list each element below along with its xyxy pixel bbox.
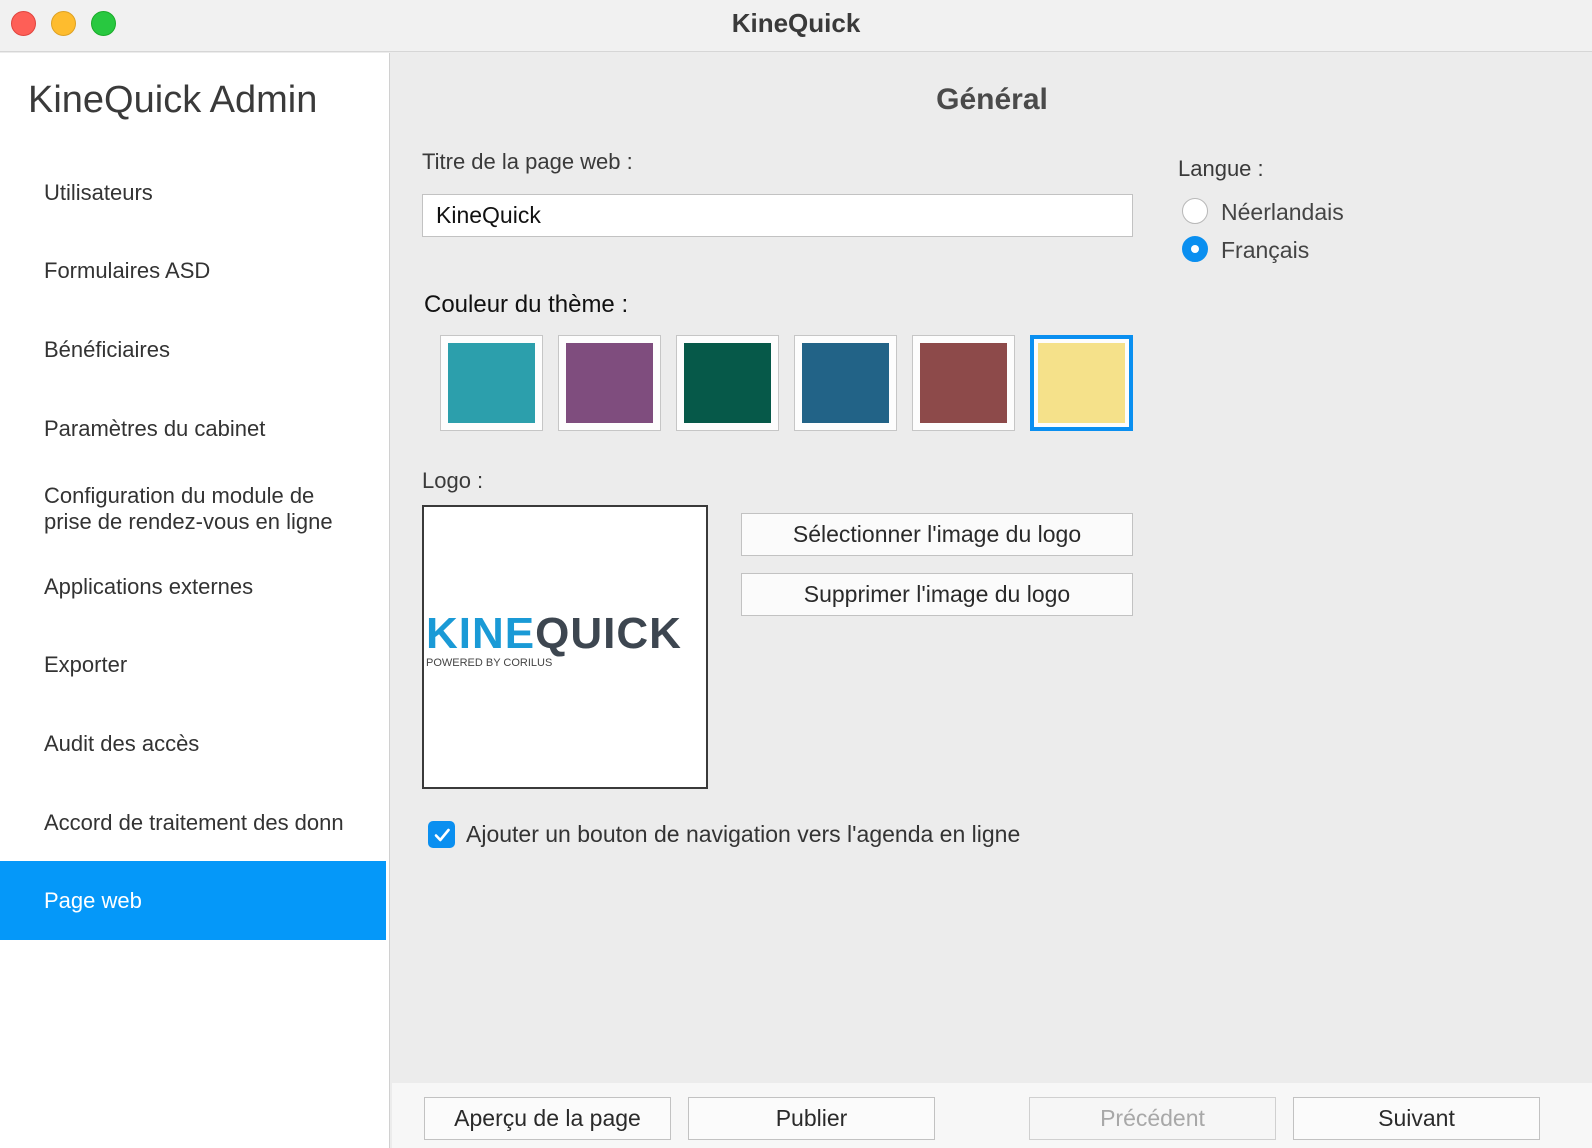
agenda-checkbox[interactable] (428, 821, 455, 848)
logo-brand-sub: POWERED BY CORILUS (426, 657, 553, 669)
web-page-title-input[interactable] (422, 194, 1133, 237)
language-radio-dutch[interactable] (1182, 198, 1208, 224)
theme-color-swatch-selected[interactable] (1030, 335, 1133, 431)
sidebar-item-utilisateurs[interactable]: Utilisateurs (0, 165, 386, 221)
sidebar-item-applications-externes[interactable]: Applications externes (0, 559, 386, 615)
sidebar-item-accord-traitement[interactable]: Accord de traitement des donn (0, 795, 386, 851)
web-page-title-label: Titre de la page web : (422, 149, 633, 174)
footer-bar: Aperçu de la page Publier Précédent Suiv… (392, 1083, 1592, 1148)
select-logo-button[interactable]: Sélectionner l'image du logo (741, 513, 1133, 556)
app-window: KineQuick KineQuick Admin Utilisateurs F… (0, 0, 1592, 1148)
previous-button[interactable]: Précédent (1029, 1097, 1276, 1140)
window-title: KineQuick (731, 8, 861, 38)
checkmark-icon (434, 828, 450, 841)
sidebar-item-rendez-vous-config[interactable]: Configuration du module de prise de rend… (0, 475, 386, 543)
theme-color-swatch[interactable] (440, 335, 543, 431)
language-radio-french[interactable] (1182, 236, 1208, 262)
sidebar-item-formulaires-asd[interactable]: Formulaires ASD (0, 243, 386, 299)
theme-color-swatch[interactable] (912, 335, 1015, 431)
delete-logo-button[interactable]: Supprimer l'image du logo (741, 573, 1133, 616)
section-title: Général (936, 83, 1048, 116)
next-button[interactable]: Suivant (1293, 1097, 1540, 1140)
title-bar: KineQuick (0, 0, 1592, 52)
theme-color-swatch[interactable] (676, 335, 779, 431)
sidebar-item-audit-acces[interactable]: Audit des accès (0, 716, 386, 772)
theme-color-swatch[interactable] (794, 335, 897, 431)
sidebar-title: KineQuick Admin (28, 79, 318, 121)
language-label: Langue : (1178, 156, 1264, 181)
logo-label: Logo : (422, 468, 484, 493)
theme-color-swatch[interactable] (558, 335, 661, 431)
logo-brand: KINEQUICK (426, 609, 682, 658)
publish-button[interactable]: Publier (688, 1097, 935, 1140)
language-option-french-label: Français (1221, 237, 1310, 263)
language-option-dutch-label: Néerlandais (1221, 199, 1344, 225)
main-content: Général Titre de la page web : Couleur d… (392, 53, 1592, 1083)
agenda-checkbox-label: Ajouter un bouton de navigation vers l'a… (466, 821, 1021, 847)
logo-preview: KINEQUICK POWERED BY CORILUS (422, 505, 708, 789)
sidebar-item-beneficiaires[interactable]: Bénéficiaires (0, 322, 386, 378)
sidebar-item-parametres-cabinet[interactable]: Paramètres du cabinet (0, 401, 386, 457)
sidebar: KineQuick Admin Utilisateurs Formulaires… (0, 53, 390, 1148)
sidebar-item-page-web[interactable]: Page web (0, 861, 386, 940)
theme-color-label: Couleur du thème : (424, 291, 629, 318)
sidebar-item-exporter[interactable]: Exporter (0, 637, 386, 693)
page-preview-button[interactable]: Aperçu de la page (424, 1097, 671, 1140)
